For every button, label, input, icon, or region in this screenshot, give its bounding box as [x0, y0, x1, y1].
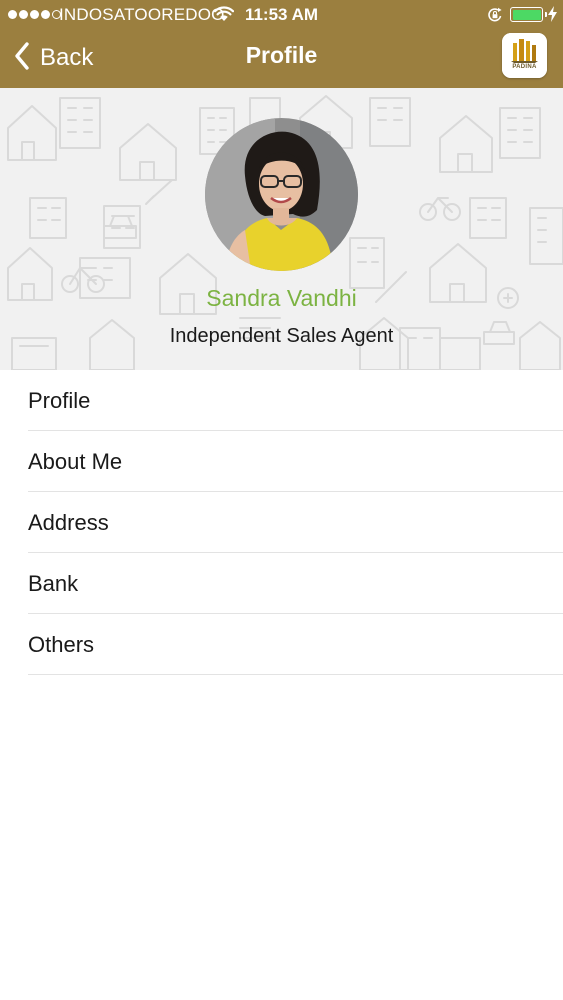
navigation-bar: Back Profile PADINA — [0, 30, 563, 88]
battery-fill — [512, 9, 541, 20]
menu-item-label: Others — [28, 632, 95, 657]
menu-item-label: Profile — [28, 388, 91, 413]
header: INDOSATOOREDOO 11:53 AM Back Profile PAD… — [0, 0, 563, 88]
avatar-photo — [205, 118, 358, 271]
menu-item-bank[interactable]: Bank — [0, 553, 563, 614]
charging-icon — [548, 6, 557, 27]
battery-icon — [510, 7, 543, 22]
user-name: Sandra Vandhi — [206, 285, 357, 311]
status-time: 11:53 AM — [244, 5, 319, 24]
user-role: Independent Sales Agent — [169, 325, 394, 347]
page-title: Profile — [245, 42, 318, 68]
menu-item-label: About Me — [28, 449, 123, 474]
status-bar: INDOSATOOREDOO 11:53 AM — [0, 0, 563, 30]
app-logo[interactable]: PADINA — [502, 33, 547, 78]
profile-banner: Sandra Vandhi Independent Sales Agent — [0, 88, 563, 370]
menu-item-address[interactable]: Address — [0, 492, 563, 553]
profile-menu-list: Profile About Me Address Bank Others — [0, 370, 563, 675]
profile-avatar[interactable] — [205, 118, 358, 271]
padina-logo-icon — [502, 33, 547, 78]
menu-item-label: Address — [28, 510, 109, 535]
menu-item-label: Bank — [28, 571, 79, 596]
menu-item-about-me[interactable]: About Me — [0, 431, 563, 492]
logo-text: PADINA — [512, 64, 537, 70]
menu-item-profile[interactable]: Profile — [0, 370, 563, 431]
rotation-lock-icon — [487, 7, 503, 28]
menu-item-others[interactable]: Others — [0, 614, 563, 675]
battery-cap — [545, 12, 547, 17]
